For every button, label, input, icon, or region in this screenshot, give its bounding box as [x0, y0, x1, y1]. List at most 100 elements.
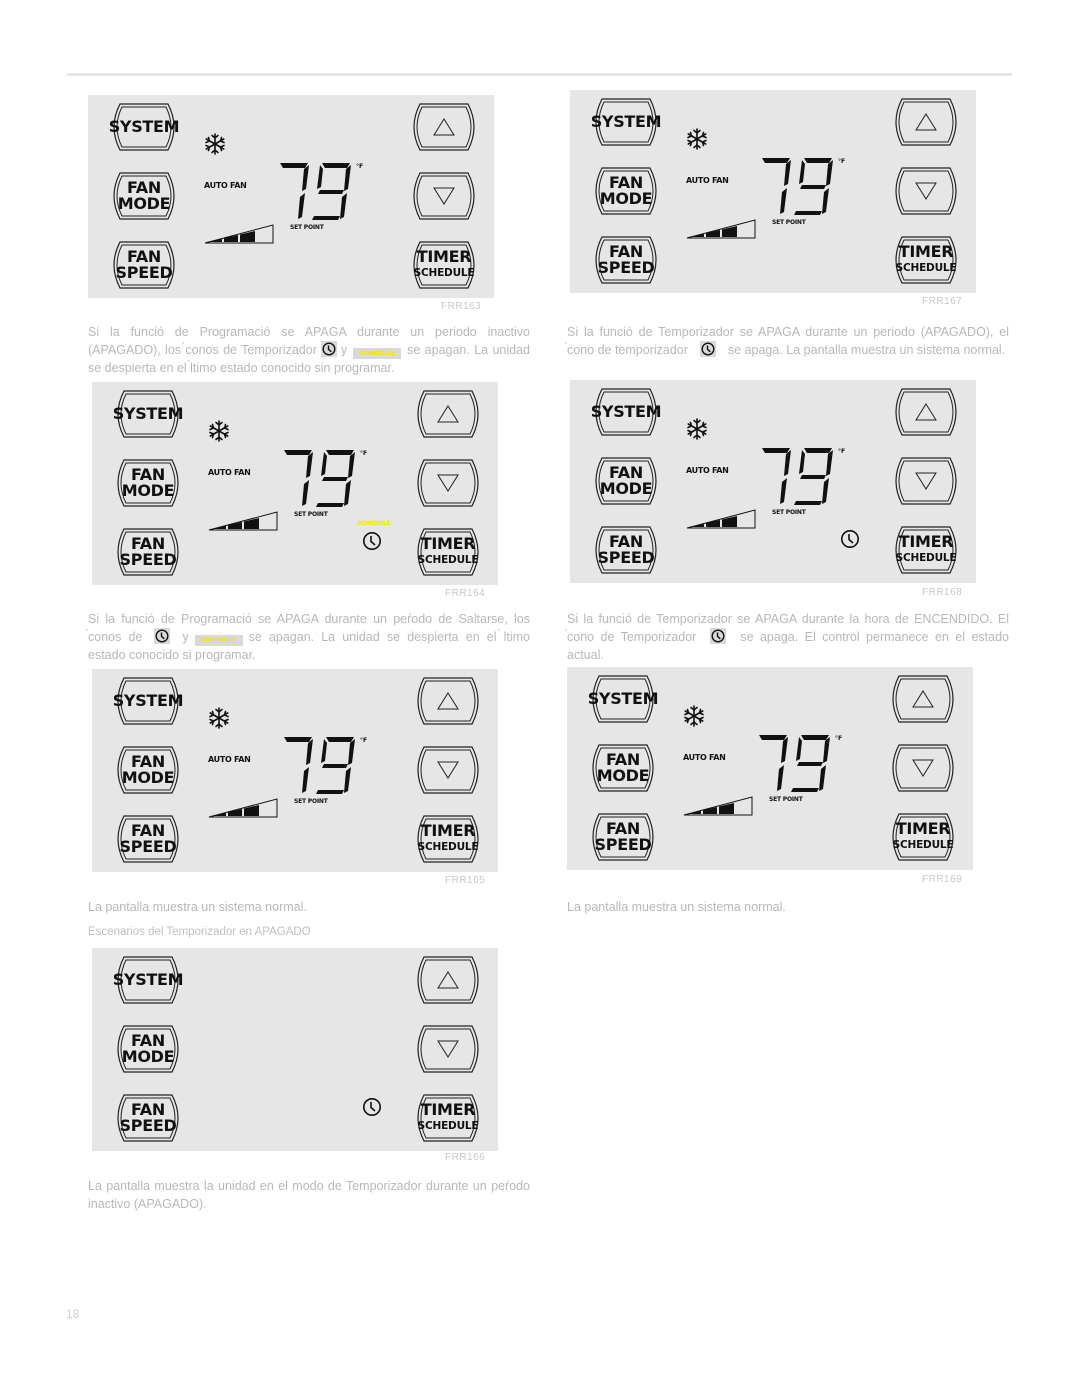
timer-label: TIMER — [420, 1100, 476, 1119]
timer-schedule-button[interactable]: TIMER SCHEDULE — [410, 527, 486, 577]
up-arrow-icon — [915, 403, 937, 421]
auto-fan-indicator: AUTO FAN — [686, 176, 729, 185]
fan-speed-button[interactable]: FAN SPEED — [110, 527, 186, 577]
fan-speed-button[interactable]: FAN SPEED — [106, 240, 182, 290]
inline-schedule-icon: SCHEDULE — [353, 348, 402, 359]
figure-code: FRR165 — [445, 875, 486, 886]
fan-speed-button[interactable]: FAN SPEED — [585, 812, 661, 862]
temperature-display — [759, 735, 830, 792]
up-arrow-icon — [433, 118, 455, 136]
schedule-label: SCHEDULE — [895, 262, 957, 274]
system-label: SYSTEM — [590, 402, 662, 421]
speed-label: SPEED — [119, 550, 177, 569]
figure-code: FRR163 — [441, 301, 482, 312]
snowflake-icon — [684, 705, 704, 727]
down-arrow-icon — [437, 761, 459, 779]
fan-mode-button[interactable]: FAN MODE — [585, 743, 661, 793]
system-button[interactable]: SYSTEM — [588, 97, 664, 147]
auto-fan-indicator: AUTO FAN — [204, 181, 247, 190]
timer-schedule-button[interactable]: TIMER SCHEDULE — [406, 240, 482, 290]
mode-label: MODE — [599, 189, 653, 208]
schedule-label: SCHEDULE — [892, 839, 954, 851]
snowflake-icon — [209, 420, 229, 442]
fan-speed-button[interactable]: FAN SPEED — [588, 235, 664, 285]
header-rule — [67, 73, 1012, 76]
system-button[interactable]: SYSTEM — [585, 674, 661, 724]
fan-mode-button[interactable]: FAN MODE — [110, 1024, 186, 1074]
set-point-label: SET POINT — [290, 224, 324, 231]
up-arrow-icon — [437, 971, 459, 989]
up-button[interactable] — [888, 387, 964, 437]
figure-code: FRR167 — [922, 296, 963, 307]
mode-label: MODE — [117, 194, 171, 213]
speed-label: SPEED — [597, 258, 655, 277]
thermostat-panel-frr167: SYSTEM FANMODE FANSPEED TIMERSCHEDULE — [570, 90, 976, 293]
timer-label: TIMER — [420, 821, 476, 840]
down-button[interactable] — [410, 745, 486, 795]
down-button[interactable] — [410, 458, 486, 508]
snowflake-icon — [205, 133, 225, 155]
fan-speed-button[interactable]: FAN SPEED — [110, 814, 186, 864]
caption-frr167: Si la funció de Temporizador se APAGA du… — [567, 325, 1009, 357]
timer-schedule-button[interactable]: TIMER SCHEDULE — [888, 235, 964, 285]
down-button[interactable] — [888, 166, 964, 216]
thermostat-panel-frr166: SYSTEM FAN MODE FAN SPEED TIMER SCHEDULE — [92, 948, 498, 1151]
caption-frr166: La pantalla muestra la unidad en el modo… — [88, 1179, 530, 1211]
mode-label: MODE — [121, 481, 175, 500]
up-button[interactable] — [406, 102, 482, 152]
inline-schedule-icon: SCHEDULE — [194, 635, 243, 646]
timer-clock-icon — [363, 532, 381, 550]
fan-mode-button[interactable]: FAN MODE — [588, 166, 664, 216]
fan-speed-bar — [686, 219, 756, 239]
down-button[interactable] — [406, 171, 482, 221]
figure-code: FRR166 — [445, 1152, 486, 1163]
thermostat-panel-frr169: SYSTEM FANMODE FANSPEED TIMERSCHEDULE — [567, 667, 973, 870]
timer-schedule-button[interactable]: TIMER SCHEDULE — [885, 812, 961, 862]
mode-label: MODE — [121, 768, 175, 787]
timer-schedule-button[interactable]: TIMER SCHEDULE — [410, 1093, 486, 1143]
section-title: Escenarios del Temporizador en APAGADO — [88, 926, 311, 938]
up-button[interactable] — [885, 674, 961, 724]
up-arrow-icon — [915, 113, 937, 131]
up-button[interactable] — [410, 389, 486, 439]
thermostat-panel-frr168: SYSTEM FANMODE FANSPEED TIMERSCHEDULE — [570, 380, 976, 583]
system-button[interactable]: SYSTEM — [110, 389, 186, 439]
system-button[interactable]: SYSTEM — [588, 387, 664, 437]
up-arrow-icon — [437, 692, 459, 710]
set-point-label: SET POINT — [772, 509, 806, 516]
down-button[interactable] — [410, 1024, 486, 1074]
caption-frr165: La pantalla muestra un sistema normal. — [88, 900, 307, 914]
fan-mode-button[interactable]: FAN MODE — [110, 458, 186, 508]
timer-label: TIMER — [420, 534, 476, 553]
fan-mode-button[interactable]: FAN MODE — [588, 456, 664, 506]
system-button[interactable]: SYSTEM — [110, 955, 186, 1005]
up-arrow-icon — [437, 405, 459, 423]
up-button[interactable] — [410, 955, 486, 1005]
timer-schedule-button[interactable]: TIMER SCHEDULE — [888, 525, 964, 575]
auto-fan-indicator: AUTO FAN — [208, 468, 251, 477]
thermostat-panel-frr164: SYSTEM FANMODE FANSPEED TIMERSCHEDULE — [92, 382, 498, 585]
schedule-label: SCHEDULE — [413, 267, 475, 279]
fan-mode-button[interactable]: FAN MODE — [110, 745, 186, 795]
snowflake-icon — [687, 418, 707, 440]
fan-speed-button[interactable]: FAN SPEED — [110, 1093, 186, 1143]
down-button[interactable] — [885, 743, 961, 793]
timer-label: TIMER — [416, 247, 472, 266]
unit-label: °F — [360, 737, 368, 744]
down-button[interactable] — [888, 456, 964, 506]
up-button[interactable] — [410, 676, 486, 726]
schedule-label: SCHEDULE — [895, 552, 957, 564]
unit-label: °F — [356, 163, 364, 170]
speed-label: SPEED — [594, 835, 652, 854]
fan-mode-button[interactable]: FAN MODE — [106, 171, 182, 221]
snowflake-icon — [209, 707, 229, 729]
fan-speed-button[interactable]: FAN SPEED — [588, 525, 664, 575]
system-button[interactable]: SYSTEM — [106, 102, 182, 152]
timer-label: TIMER — [898, 242, 954, 261]
timer-schedule-button[interactable]: TIMER SCHEDULE — [410, 814, 486, 864]
system-button[interactable]: SYSTEM — [110, 676, 186, 726]
set-point-label: SET POINT — [769, 796, 803, 803]
timer-label: TIMER — [898, 532, 954, 551]
up-button[interactable] — [888, 97, 964, 147]
temperature-display — [762, 448, 833, 505]
